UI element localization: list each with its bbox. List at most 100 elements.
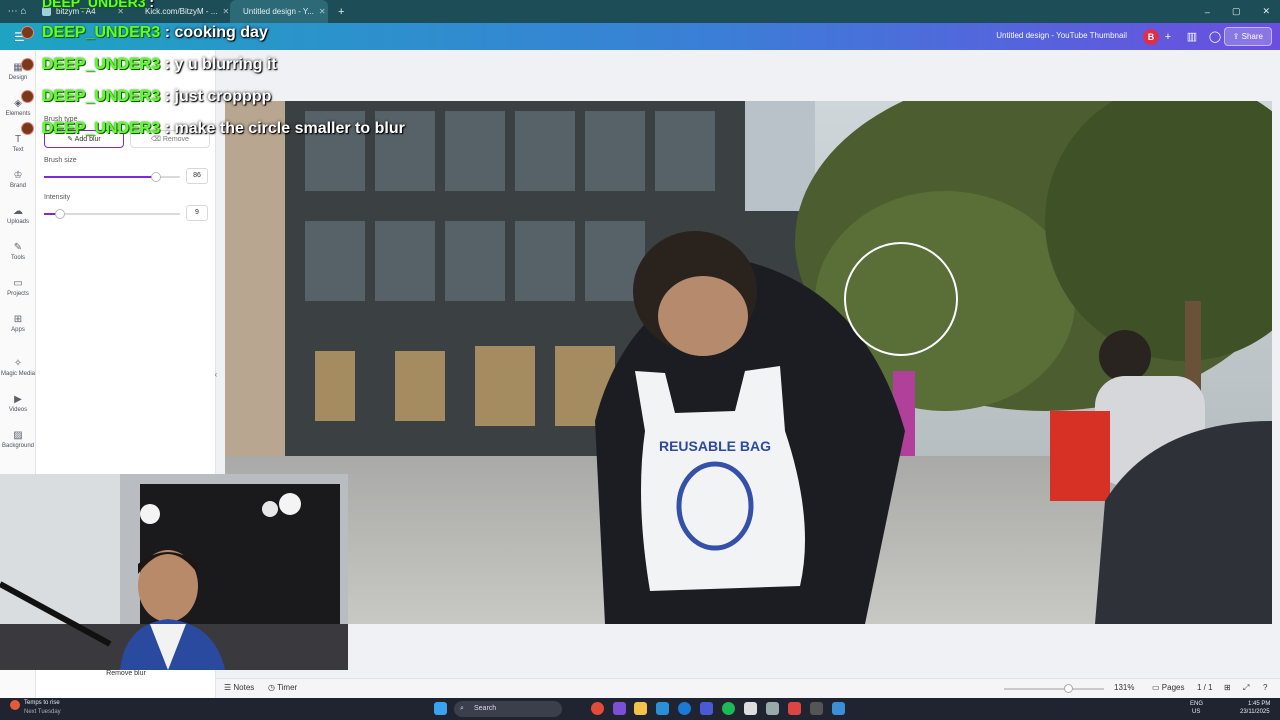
tab-label: Kick.com/BitzyM - ... — [145, 7, 218, 16]
notes-label: Notes — [233, 683, 255, 692]
start-button-icon[interactable] — [434, 702, 447, 715]
weather-subtitle: Next Tuesday — [24, 709, 61, 715]
rail-item-tools[interactable]: ✎ Tools — [0, 242, 36, 261]
editor-footer: ☰ Notes ◷ Timer 131% ▭ Pages 1 / 1 ⊞ ⤢ ? — [216, 678, 1280, 698]
rail-label: Brand — [9, 183, 26, 189]
rail-item-apps[interactable]: ⊞ Apps — [0, 314, 36, 333]
pages-label: Pages — [1161, 683, 1185, 692]
chat-avatar — [21, 90, 34, 103]
grid-view-icon[interactable]: ⊞ — [1224, 683, 1231, 692]
rail-label: Projects — [7, 291, 29, 297]
pages-button[interactable]: ▭ Pages — [1152, 683, 1184, 692]
app-icon[interactable] — [810, 702, 823, 715]
page-count: 1 / 1 — [1197, 683, 1213, 692]
clock-time[interactable]: 1:45 PM — [1248, 701, 1270, 707]
brush-size-label: Brush size — [44, 157, 77, 164]
timer-label: Timer — [277, 683, 298, 692]
insights-chart-icon[interactable]: ▥ — [1184, 29, 1200, 45]
app-icon[interactable] — [613, 702, 626, 715]
document-title[interactable]: Untitled design - YouTube Thumbnail — [996, 31, 1127, 40]
chat-message: DEEP_UNDER3 : make the circle smaller to… — [42, 120, 405, 138]
notes-button[interactable]: ☰ Notes — [224, 683, 254, 692]
rail-label: Text — [12, 147, 24, 153]
intensity-label: Intensity — [44, 194, 71, 201]
rail-item-text[interactable]: T Text — [0, 134, 36, 153]
chat-message: DEEP_UNDER3 : just cropppp — [42, 88, 271, 106]
chat-avatar — [21, 58, 34, 71]
chat-username: DEEP_UNDER3 — [42, 88, 161, 105]
intensity-handle[interactable] — [55, 209, 66, 219]
rail-item-magic-media[interactable]: ✧ Magic Media — [0, 358, 36, 377]
app-icon[interactable] — [832, 702, 845, 715]
comments-icon[interactable]: ◯ — [1207, 29, 1223, 45]
user-avatar[interactable]: B — [1143, 29, 1159, 45]
zoom-level[interactable]: 131% — [1114, 683, 1134, 692]
rail-label: Magic Media — [0, 371, 35, 377]
collapse-panel-chevron-icon[interactable]: ‹ — [211, 366, 221, 384]
app-icon[interactable] — [656, 702, 669, 715]
tab-label: Untitled design - Y... — [243, 7, 314, 16]
share-label: Share — [1241, 32, 1263, 41]
intensity-slider[interactable] — [44, 209, 180, 219]
help-icon[interactable]: ? — [1263, 683, 1267, 692]
close-window-button[interactable]: ✕ — [1262, 6, 1270, 17]
brush-size-slider[interactable] — [44, 172, 180, 182]
rail-label: Design — [8, 75, 28, 81]
rail-item-brand[interactable]: ♔ Brand — [0, 170, 36, 189]
clock-date: 23/11/2025 — [1240, 709, 1270, 715]
chat-message: DEEP_UNDER3 : y u blurring it — [42, 56, 277, 74]
spotify-icon[interactable] — [722, 702, 735, 715]
browser-menu-icon[interactable]: ⋯ ⌂ — [0, 6, 34, 17]
chrome-icon[interactable] — [591, 702, 604, 715]
rail-item-projects[interactable]: ▭ Projects — [0, 278, 36, 297]
app-icon[interactable] — [766, 702, 779, 715]
rail-label: Tools — [10, 255, 25, 261]
fullscreen-icon[interactable]: ⤢ — [1243, 683, 1249, 693]
brand-icon: ♔ — [13, 170, 23, 181]
remove-blur-button[interactable]: Remove blur — [36, 670, 216, 686]
chat-message-partial: DEEP_UNDER3 : — [42, 0, 154, 10]
chat-avatar — [21, 26, 34, 39]
app-icon[interactable] — [744, 702, 757, 715]
language-top[interactable]: ENG — [1190, 701, 1203, 707]
taskbar-search[interactable]: ⌕ Search — [454, 701, 562, 717]
file-explorer-icon[interactable] — [634, 702, 647, 715]
chat-text: : cooking day — [164, 24, 268, 41]
browser-tab-strip: ⋯ ⌂ bitzym - A4 ✕ Kick.com/BitzyM - ... … — [0, 0, 1280, 23]
screen: ⋯ ⌂ bitzym - A4 ✕ Kick.com/BitzyM - ... … — [0, 0, 1280, 720]
new-tab-button[interactable]: + — [338, 6, 344, 18]
brush-size-value[interactable]: 86 — [186, 168, 208, 184]
timer-button[interactable]: ◷ Timer — [268, 683, 297, 692]
browser-tab-active[interactable]: Untitled design - Y... ✕ — [230, 0, 328, 23]
rail-item-background[interactable]: ▨ Background — [0, 430, 36, 449]
edge-icon[interactable] — [678, 702, 691, 715]
zoom-handle[interactable] — [1064, 684, 1073, 693]
windows-taskbar: Temps to rise Next Tuesday ⌕ Search ENG U… — [0, 698, 1280, 720]
rail-label: Apps — [11, 327, 25, 333]
rail-item-videos[interactable]: ▶ Videos — [0, 394, 36, 413]
rail-label: Elements — [5, 111, 31, 117]
app-icon[interactable] — [700, 702, 713, 715]
design-photo[interactable]: REUSABLE BAG — [225, 101, 1272, 624]
close-icon[interactable]: ✕ — [319, 7, 326, 16]
intensity-value[interactable]: 9 — [186, 205, 208, 221]
videos-icon: ▶ — [14, 394, 22, 405]
close-icon[interactable]: ✕ — [222, 7, 229, 16]
minimize-button[interactable]: – — [1205, 7, 1210, 17]
zoom-slider[interactable] — [1004, 688, 1104, 690]
tools-icon: ✎ — [13, 242, 23, 253]
rail-item-uploads[interactable]: ☁ Uploads — [0, 206, 36, 225]
app-icon[interactable] — [788, 702, 801, 715]
chat-text: : — [149, 0, 155, 10]
add-collaborator-icon[interactable]: + — [1160, 29, 1176, 45]
share-button[interactable]: ⇪ Share — [1223, 27, 1272, 46]
weather-title[interactable]: Temps to rise — [24, 700, 60, 706]
magic-media-icon: ✧ — [13, 358, 23, 369]
uploads-icon: ☁ — [13, 206, 23, 217]
maximize-button[interactable]: ▢ — [1232, 6, 1241, 17]
chat-username: DEEP_UNDER3 — [42, 24, 161, 41]
apps-icon: ⊞ — [13, 314, 23, 325]
chat-username: DEEP_UNDER3 — [42, 56, 161, 73]
brush-size-handle[interactable] — [150, 172, 161, 182]
street-scene-image: REUSABLE BAG — [225, 101, 1272, 624]
